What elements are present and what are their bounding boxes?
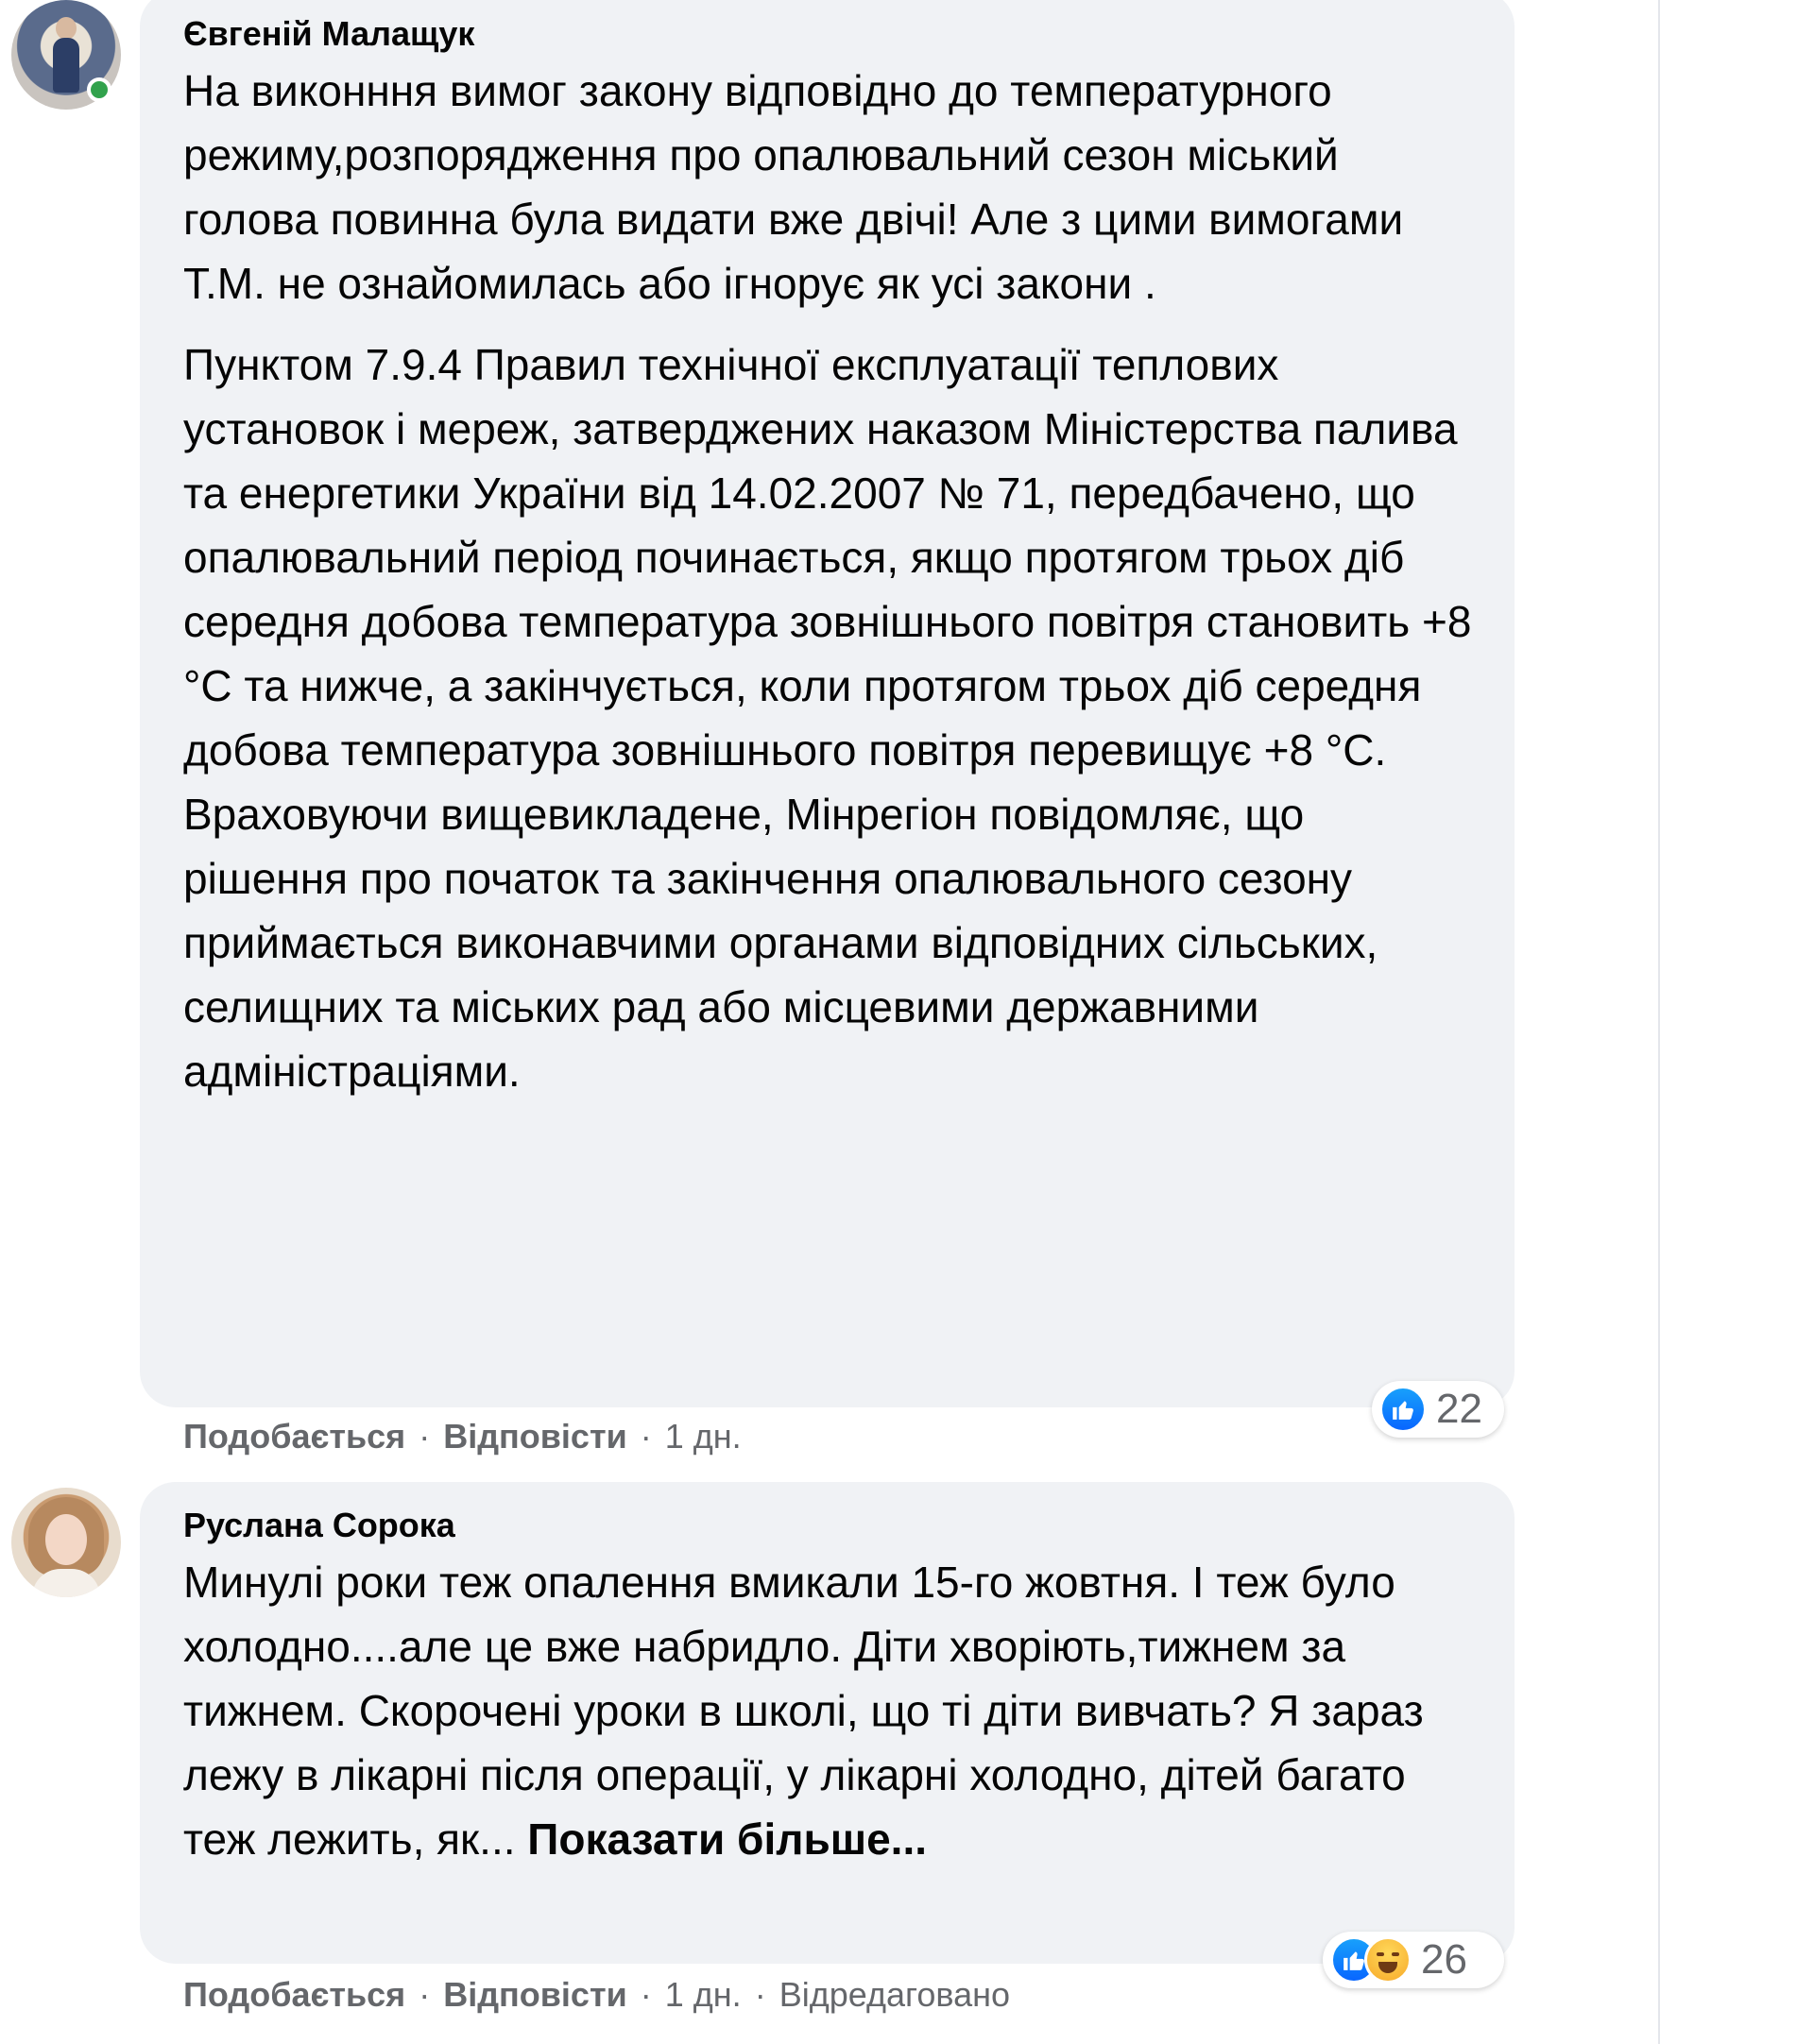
- comment-text: Минулі роки теж опалення вмикали 15-го ж…: [183, 1550, 1477, 1871]
- separator-dot: ·: [640, 1417, 652, 1456]
- separator-dot: ·: [419, 1975, 431, 2014]
- reaction-count: 26: [1421, 1936, 1467, 1983]
- comment-timestamp[interactable]: 1 дн.: [665, 1417, 742, 1456]
- reaction-count: 22: [1436, 1386, 1482, 1432]
- like-button[interactable]: Подобається: [183, 1975, 405, 2014]
- haha-eye: [1377, 1952, 1384, 1956]
- comment-actions: Подобається · Відповісти · 1 дн. · Відре…: [183, 1973, 1010, 2017]
- comment-author[interactable]: Руслана Сорока: [183, 1501, 1477, 1550]
- comment-paragraph: На виконння вимог закону відповідно до т…: [183, 66, 1404, 308]
- avatar-face: [45, 1514, 87, 1565]
- comment-bubble: Руслана Сорока Минулі роки теж опалення …: [140, 1482, 1515, 1964]
- comment-paragraph: Пунктом 7.9.4 Правил технічної експлуата…: [183, 340, 1472, 1096]
- comment-actions: Подобається · Відповісти · 1 дн.: [183, 1415, 742, 1458]
- haha-mouth: [1378, 1962, 1397, 1973]
- edited-label[interactable]: Відредаговано: [779, 1975, 1010, 2014]
- avatar-figure: [53, 38, 79, 93]
- comment-bubble: Євгеній Малащук На виконння вимог закону…: [140, 0, 1515, 1407]
- avatar[interactable]: [11, 1488, 121, 1597]
- reaction-summary[interactable]: 26: [1323, 1932, 1504, 1988]
- right-pane: [1660, 0, 1814, 2044]
- see-more-link[interactable]: Показати більше...: [527, 1814, 927, 1864]
- haha-icon: [1364, 1936, 1412, 1984]
- comment-timestamp[interactable]: 1 дн.: [665, 1975, 742, 2014]
- like-icon: [1379, 1386, 1427, 1433]
- reaction-summary[interactable]: 22: [1372, 1381, 1504, 1438]
- like-button[interactable]: Подобається: [183, 1417, 405, 1456]
- haha-eye: [1392, 1952, 1399, 1956]
- reply-button[interactable]: Відповісти: [443, 1417, 627, 1456]
- comment-text: На виконння вимог закону відповідно до т…: [183, 59, 1477, 1103]
- separator-dot: ·: [754, 1975, 766, 2014]
- reply-button[interactable]: Відповісти: [443, 1975, 627, 2014]
- comment-author[interactable]: Євгеній Малащук: [183, 9, 1477, 59]
- avatar-head: [56, 17, 77, 40]
- separator-dot: ·: [640, 1975, 652, 2014]
- separator-dot: ·: [419, 1417, 431, 1456]
- online-status-dot: [87, 77, 111, 102]
